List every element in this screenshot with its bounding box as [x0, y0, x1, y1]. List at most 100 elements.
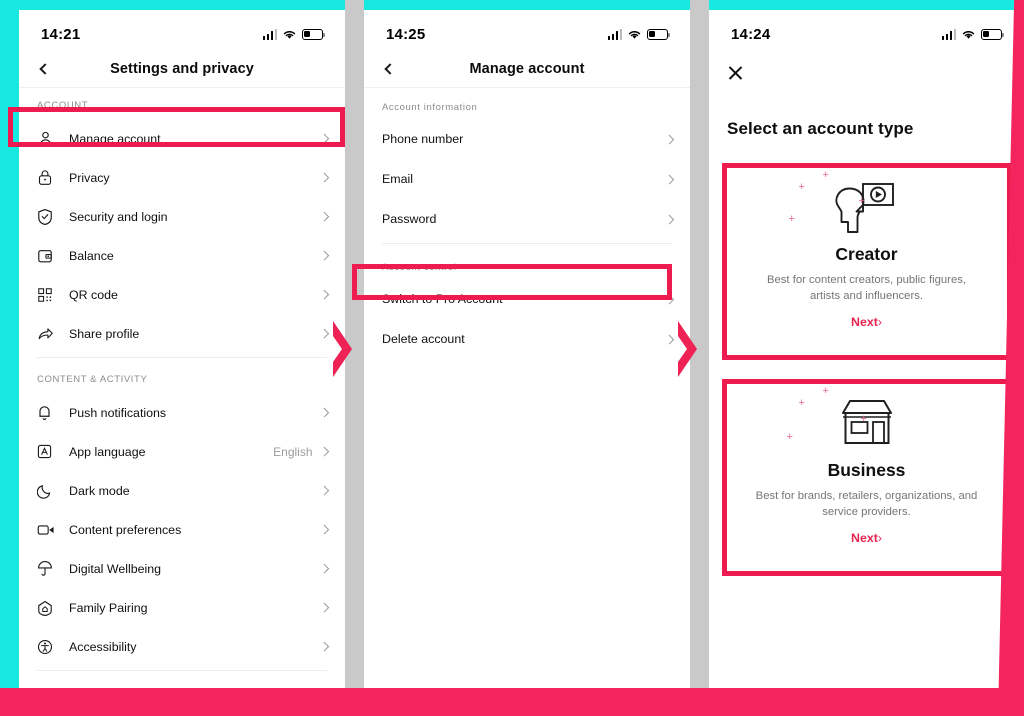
screenshot-root: 14:21 Settings and privacy ACCOUNT Manag… [0, 0, 1024, 716]
sidebar-item-label: Family Pairing [69, 600, 148, 615]
sidebar-item-label: App language [69, 444, 146, 459]
sidebar-item-label: Security and login [69, 209, 168, 224]
close-icon[interactable] [727, 64, 744, 81]
sidebar-item-balance[interactable]: Balance [19, 236, 345, 275]
chevron-right-icon [319, 446, 329, 457]
sidebar-item-push-notifications[interactable]: Push notifications [19, 393, 345, 432]
cellular-signal-icon [607, 28, 622, 40]
list-item-label: Switch to Pro Account [382, 292, 503, 306]
sidebar-item-accessibility[interactable]: Accessibility [19, 627, 345, 666]
wifi-icon [283, 30, 296, 39]
card-title: Creator [835, 244, 898, 264]
list-item-label: Phone number [382, 132, 464, 146]
next-label: Next [851, 315, 878, 330]
battery-icon [302, 28, 326, 40]
chevron-right-icon [319, 485, 329, 496]
list-item-label: Password [382, 212, 437, 226]
sidebar-item-label: Digital Wellbeing [69, 561, 162, 576]
chevron-right-icon [664, 214, 674, 224]
sidebar-item-digital-wellbeing[interactable]: Digital Wellbeing [19, 549, 345, 588]
chevron-right-icon [319, 133, 329, 144]
section-header-account: ACCOUNT [37, 100, 89, 111]
list-item-email[interactable]: Email [364, 159, 690, 199]
bell-icon [37, 403, 59, 423]
back-button[interactable] [37, 60, 55, 78]
chevron-right-icon [319, 211, 329, 222]
chevron-right-icon [664, 174, 674, 184]
status-bar: 14:25 [364, 10, 690, 50]
card-description: Best for brands, retailers, organization… [755, 490, 978, 518]
chevron-right-icon [664, 134, 674, 144]
sidebar-item-dark-mode[interactable]: Dark mode [19, 471, 345, 510]
sidebar-item-label: Content preferences [69, 522, 182, 537]
battery-icon [981, 28, 1005, 40]
umbrella-icon [37, 559, 59, 579]
status-icons [262, 28, 326, 40]
phone-screen-select-account-type: 14:24 Select an account type + + + + Cre… [709, 10, 1024, 710]
flow-arrow-1 [330, 318, 356, 380]
phone-screen-settings: 14:21 Settings and privacy ACCOUNT Manag… [19, 10, 345, 710]
chevron-right-icon [319, 602, 329, 613]
next-arrow-icon: › [877, 315, 882, 330]
list-item-password[interactable]: Password [364, 199, 690, 239]
account-type-card-business[interactable]: + + + + Business Best for brands, retail… [721, 379, 1012, 576]
accessibility-icon [37, 637, 59, 657]
status-time: 14:25 [386, 25, 426, 43]
section-header-account-information: Account information [382, 102, 478, 113]
decorative-band-bottom [0, 688, 1024, 716]
phone-screen-manage-account: 14:25 Manage account Account information… [364, 10, 690, 710]
status-bar: 14:24 [709, 10, 1024, 50]
cellular-signal-icon [262, 28, 277, 40]
next-label: Next [851, 531, 878, 546]
sidebar-item-privacy[interactable]: Privacy [19, 158, 345, 197]
flow-arrow-2 [675, 318, 701, 380]
sidebar-item-share-profile[interactable]: Share profile [19, 314, 345, 353]
chevron-right-icon [319, 172, 329, 183]
list-item-delete-account[interactable]: Delete account [364, 319, 690, 359]
sidebar-item-family-pairing[interactable]: Family Pairing [19, 588, 345, 627]
sidebar-item-label: Push notifications [69, 405, 167, 420]
sidebar-item-label: QR code [69, 287, 118, 302]
list-item-label: Delete account [382, 332, 465, 346]
status-time: 14:24 [731, 25, 771, 43]
creator-head-play-icon: + + + + [727, 168, 1007, 242]
list-item-switch-to-pro-account[interactable]: Switch to Pro Account [364, 279, 690, 319]
nav-bar-settings: Settings and privacy [19, 50, 345, 88]
list-item-phone-number[interactable]: Phone number [364, 119, 690, 159]
sidebar-item-security-and-login[interactable]: Security and login [19, 197, 345, 236]
sidebar-item-manage-account[interactable]: Manage account [19, 119, 345, 158]
status-icons [607, 28, 671, 40]
wifi-icon [962, 30, 975, 39]
nav-bar-manage-account: Manage account [364, 50, 690, 88]
home-shield-icon [37, 598, 59, 618]
account-type-card-creator[interactable]: + + + + Creator Best for content creator… [721, 163, 1012, 360]
shield-icon [37, 207, 59, 227]
back-button[interactable] [382, 60, 400, 78]
chevron-right-icon [319, 407, 329, 418]
chevron-right-icon [319, 289, 329, 300]
sidebar-item-qr-code[interactable]: QR code [19, 275, 345, 314]
list-item-label: Email [382, 172, 413, 186]
status-time: 14:21 [41, 25, 81, 43]
status-bar: 14:21 [19, 10, 345, 50]
sidebar-item-label: Accessibility [69, 639, 137, 654]
chevron-right-icon [319, 563, 329, 574]
sidebar-item-label: Balance [69, 248, 114, 263]
person-icon [37, 129, 59, 149]
next-button-business[interactable]: Next› [851, 531, 882, 545]
language-icon [37, 442, 59, 462]
page-title: Select an account type [727, 119, 914, 138]
sidebar-item-label: Dark mode [69, 483, 130, 498]
chevron-right-icon [664, 294, 674, 304]
sidebar-item-content-preferences[interactable]: Content preferences [19, 510, 345, 549]
video-icon [37, 520, 59, 540]
share-icon [37, 324, 59, 344]
sidebar-item-app-language[interactable]: App language English [19, 432, 345, 471]
battery-icon [647, 28, 671, 40]
sidebar-item-value: English [273, 444, 313, 459]
section-divider [382, 243, 672, 244]
chevron-right-icon [319, 328, 329, 339]
next-button-creator[interactable]: Next› [851, 315, 882, 329]
page-title: Manage account [469, 60, 585, 77]
section-header-account-control: Account control [382, 262, 457, 273]
